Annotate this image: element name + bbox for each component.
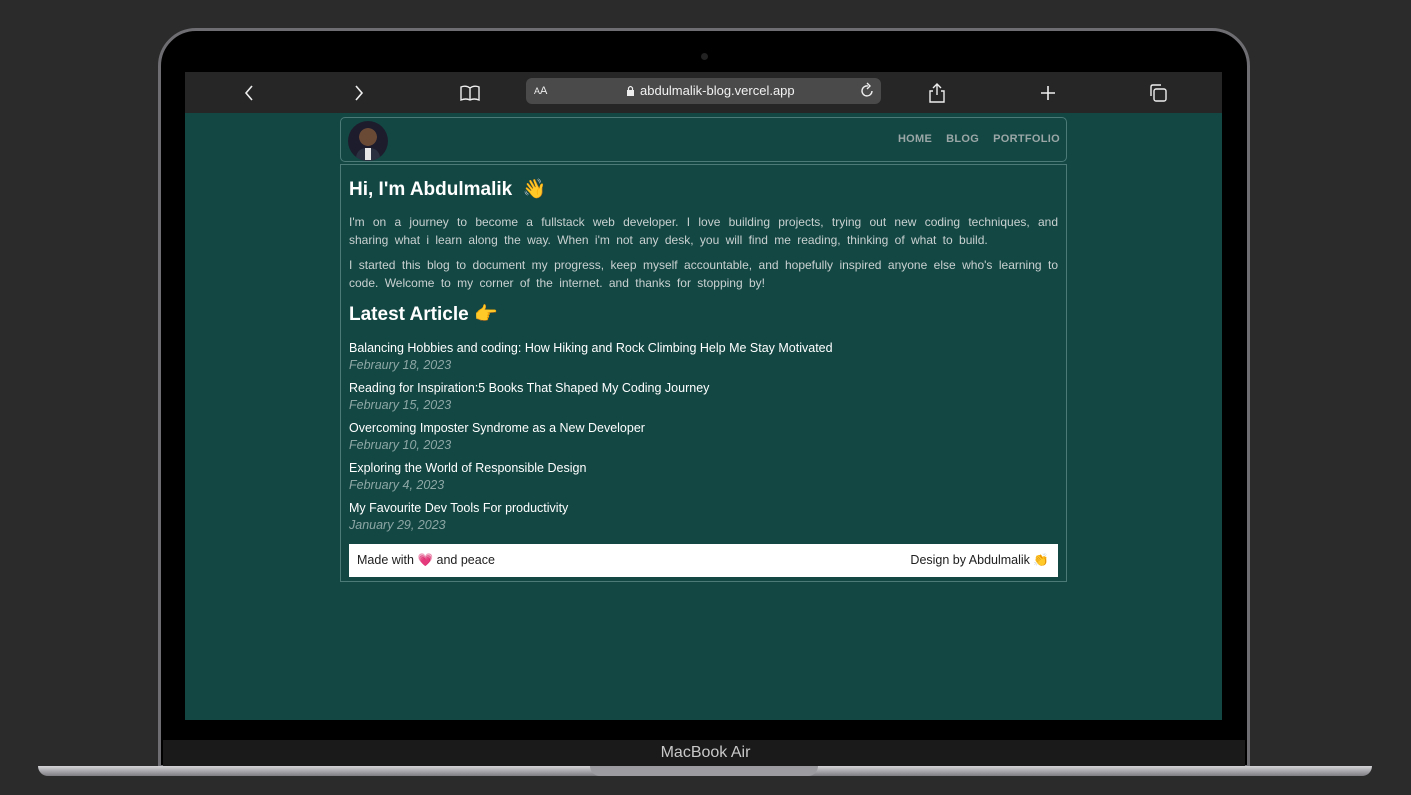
laptop-notch xyxy=(590,766,818,776)
heart-icon: 💗 xyxy=(417,553,434,567)
back-icon[interactable] xyxy=(236,80,262,106)
share-icon[interactable] xyxy=(924,80,950,106)
device-label: MacBook Air xyxy=(660,744,751,761)
article-title[interactable]: Overcoming Imposter Syndrome as a New De… xyxy=(349,420,1058,437)
browser-toolbar: AAAA abdulmalik-blog.vercel.app xyxy=(185,72,1222,113)
article-title[interactable]: Exploring the World of Responsible Desig… xyxy=(349,460,1058,477)
article-item[interactable]: My Favourite Dev Tools For productivity … xyxy=(349,500,1058,534)
site-footer: Made with 💗 and peace Design by Abdulmal… xyxy=(349,544,1058,577)
url-text: abdulmalik-blog.vercel.app xyxy=(640,83,795,98)
nav-item-blog[interactable]: BLOG xyxy=(946,133,979,145)
site-nav: HOME BLOG PORTFOLIO xyxy=(340,117,1067,162)
address-bar[interactable]: AAAA abdulmalik-blog.vercel.app xyxy=(526,78,881,104)
nav-menu: HOME BLOG PORTFOLIO xyxy=(898,133,1060,145)
footer-left-suffix: and peace xyxy=(436,553,495,567)
new-tab-icon[interactable] xyxy=(1035,80,1061,106)
article-title[interactable]: Reading for Inspiration:5 Books That Sha… xyxy=(349,380,1058,397)
article-item[interactable]: Balancing Hobbies and coding: How Hiking… xyxy=(349,340,1058,374)
footer-right: Design by Abdulmalik 👏 xyxy=(910,553,1049,568)
article-date: February 10, 2023 xyxy=(349,438,452,452)
intro-paragraph-1: I'm on a journey to become a fullstack w… xyxy=(349,215,1058,247)
article-item[interactable]: Reading for Inspiration:5 Books That Sha… xyxy=(349,380,1058,414)
content-card: Hi, I'm Abdulmalik 👋 I'm on a journey to… xyxy=(340,164,1067,582)
article-date: February 15, 2023 xyxy=(349,398,452,412)
avatar[interactable] xyxy=(348,121,388,161)
latest-heading-text: Latest Article xyxy=(349,304,469,325)
article-item[interactable]: Exploring the World of Responsible Desig… xyxy=(349,460,1058,494)
nav-item-home[interactable]: HOME xyxy=(898,133,932,145)
intro-heading: Hi, I'm Abdulmalik 👋 xyxy=(349,177,1058,201)
reload-icon[interactable] xyxy=(857,81,877,106)
footer-left-prefix: Made with xyxy=(357,553,414,567)
article-date: January 29, 2023 xyxy=(349,518,446,532)
latest-heading: Latest Article 👉 xyxy=(349,302,1058,326)
pointing-hand-icon: 👉 xyxy=(473,304,498,325)
camera xyxy=(701,53,708,60)
article-date: Febraury 18, 2023 xyxy=(349,358,452,372)
article-title[interactable]: My Favourite Dev Tools For productivity xyxy=(349,500,1058,517)
waving-hand-icon: 👋 xyxy=(522,179,547,200)
lock-icon xyxy=(627,85,634,96)
intro-heading-text: Hi, I'm Abdulmalik xyxy=(349,179,513,200)
bookmarks-icon[interactable] xyxy=(457,80,483,106)
article-item[interactable]: Overcoming Imposter Syndrome as a New De… xyxy=(349,420,1058,454)
footer-left: Made with 💗 and peace xyxy=(357,553,495,568)
url-display[interactable]: abdulmalik-blog.vercel.app xyxy=(626,83,795,98)
text-size-button[interactable]: AAAA xyxy=(534,85,547,97)
nav-item-portfolio[interactable]: PORTFOLIO xyxy=(993,133,1060,145)
article-date: February 4, 2023 xyxy=(349,478,445,492)
blog-page: HOME BLOG PORTFOLIO Hi, I'm Abdulmalik 👋… xyxy=(340,117,1067,582)
forward-icon[interactable] xyxy=(346,80,372,106)
browser-screen: AAAA abdulmalik-blog.vercel.app HOME BLO… xyxy=(185,72,1222,720)
footer-credit: Design by Abdulmalik xyxy=(910,553,1030,567)
tabs-icon[interactable] xyxy=(1145,80,1171,106)
intro-paragraph-2: I started this blog to document my progr… xyxy=(349,258,1058,290)
clapping-hands-icon: 👏 xyxy=(1033,553,1049,567)
article-title[interactable]: Balancing Hobbies and coding: How Hiking… xyxy=(349,340,1058,357)
